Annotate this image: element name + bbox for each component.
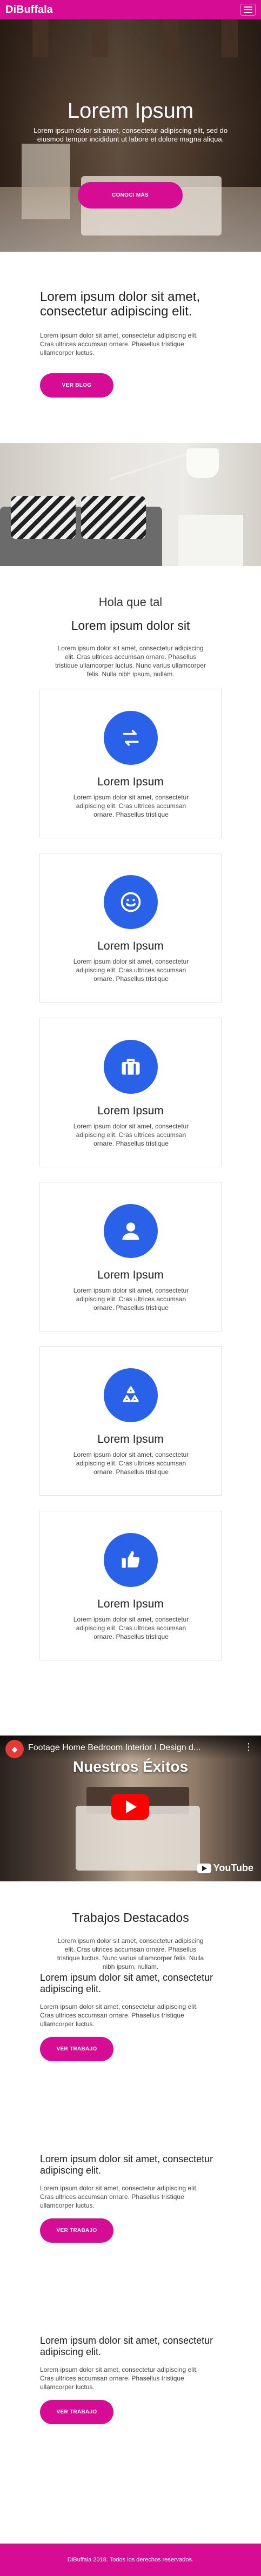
hamburger-icon[interactable] bbox=[240, 4, 256, 16]
more-options-icon[interactable]: ⋮ bbox=[244, 1742, 253, 1752]
learn-more-button[interactable]: CONOCI MÁS bbox=[78, 182, 183, 208]
lamp-shade-shape bbox=[186, 448, 219, 478]
hero-bg-beam bbox=[162, 19, 178, 57]
hamburger-line bbox=[244, 9, 252, 10]
hero-bg-beam bbox=[32, 19, 49, 57]
service-card-title: Lorem Ipsum bbox=[97, 940, 164, 952]
service-card-text: Lorem ipsum dolor sit amet, consectetur … bbox=[73, 1451, 189, 1476]
view-work-button[interactable]: VER TRABAJO bbox=[40, 2400, 113, 2424]
service-card-text: Lorem ipsum dolor sit amet, consectetur … bbox=[73, 958, 189, 983]
intro-heading: Lorem ipsum dolor sit amet, consectetur … bbox=[40, 290, 200, 319]
service-card-title: Lorem Ipsum bbox=[97, 776, 164, 788]
footer: DiBuffala 2018. Todos los derechos reser… bbox=[0, 2544, 261, 2576]
work-item: Lorem ipsum dolor sit amet, consectetur … bbox=[40, 2335, 224, 2427]
play-button[interactable] bbox=[111, 1794, 149, 1820]
youtube-icon bbox=[197, 1863, 211, 1873]
hero-bg-beam bbox=[222, 19, 238, 57]
work-text: Lorem ipsum dolor sit amet, consectetur … bbox=[40, 2366, 198, 2391]
briefcase-icon bbox=[104, 1040, 158, 1094]
intro-section: Lorem ipsum dolor sit amet, consectetur … bbox=[0, 252, 261, 443]
service-card: Lorem Ipsum Lorem ipsum dolor sit amet, … bbox=[39, 1511, 222, 1660]
work-text: Lorem ipsum dolor sit amet, consectetur … bbox=[40, 2184, 198, 2209]
service-card: Lorem Ipsum Lorem ipsum dolor sit amet, … bbox=[39, 1346, 222, 1496]
work-title: Lorem ipsum dolor sit amet, consectetur … bbox=[40, 2335, 213, 2357]
video-overlay-title: Nuestros Éxitos bbox=[72, 1758, 189, 1775]
works-description: Lorem ipsum dolor sit amet, consectetur … bbox=[57, 1937, 204, 1970]
service-card-title: Lorem Ipsum bbox=[97, 1598, 164, 1610]
service-card-title: Lorem Ipsum bbox=[97, 1433, 164, 1445]
play-icon bbox=[126, 1800, 137, 1813]
hamburger-line bbox=[244, 6, 252, 8]
living-room-image bbox=[0, 443, 261, 566]
view-work-button[interactable]: VER TRABAJO bbox=[40, 2218, 113, 2243]
hero-bg-beam bbox=[92, 19, 108, 57]
services-subtitle: Lorem ipsum dolor sit bbox=[71, 618, 190, 633]
footer-copyright: DiBuffala 2018. Todos los derechos reser… bbox=[67, 2557, 194, 2563]
works-heading: Trabajos Destacados bbox=[72, 1911, 189, 1925]
thumbs-up-icon bbox=[104, 1533, 158, 1587]
lamp-arm-shape bbox=[110, 451, 193, 480]
hamburger-line bbox=[244, 12, 252, 13]
side-table-shape bbox=[178, 515, 243, 566]
youtube-wordmark: YouTube bbox=[213, 1862, 253, 1873]
view-work-button[interactable]: VER TRABAJO bbox=[40, 2037, 113, 2061]
swap-arrows-icon bbox=[104, 711, 158, 765]
service-card-title: Lorem Ipsum bbox=[97, 1105, 164, 1117]
youtube-logo[interactable]: YouTube bbox=[197, 1862, 253, 1874]
service-card: Lorem Ipsum Lorem ipsum dolor sit amet, … bbox=[39, 1018, 222, 1167]
service-card-text: Lorem ipsum dolor sit amet, consectetur … bbox=[73, 1287, 189, 1311]
services-description: Lorem ipsum dolor sit amet, consectetur … bbox=[55, 644, 206, 678]
work-item: Lorem ipsum dolor sit amet, consectetur … bbox=[40, 1972, 224, 2064]
intro-text: Lorem ipsum dolor sit amet, consectetur … bbox=[40, 332, 198, 357]
service-card: Lorem Ipsum Lorem ipsum dolor sit amet, … bbox=[39, 853, 222, 1003]
work-title: Lorem ipsum dolor sit amet, consectetur … bbox=[40, 2154, 213, 2176]
user-icon bbox=[104, 1204, 158, 1258]
smiley-icon bbox=[104, 875, 158, 929]
services-section: Hola que tal Lorem ipsum dolor sit Lorem… bbox=[0, 566, 261, 1736]
hero-section: Lorem Ipsum Lorem ipsum dolor sit amet, … bbox=[0, 19, 261, 252]
channel-avatar-icon[interactable]: ◆ bbox=[5, 1740, 24, 1758]
service-card: Lorem Ipsum Lorem ipsum dolor sit amet, … bbox=[39, 689, 222, 838]
top-navbar: DiBuffala bbox=[0, 0, 261, 19]
service-card-text: Lorem ipsum dolor sit amet, consectetur … bbox=[73, 793, 189, 818]
featured-works-section: Trabajos Destacados Lorem ipsum dolor si… bbox=[0, 1881, 261, 2544]
services-kicker: Hola que tal bbox=[98, 595, 163, 609]
service-card-text: Lorem ipsum dolor sit amet, consectetur … bbox=[73, 1616, 189, 1640]
pillow-shape bbox=[81, 496, 146, 539]
service-card-text: Lorem ipsum dolor sit amet, consectetur … bbox=[73, 1122, 189, 1147]
service-card: Lorem Ipsum Lorem ipsum dolor sit amet, … bbox=[39, 1182, 222, 1331]
work-text: Lorem ipsum dolor sit amet, consectetur … bbox=[40, 2003, 198, 2028]
hero-text: Lorem ipsum dolor sit amet, consectetur … bbox=[33, 126, 228, 143]
pillow-shape bbox=[11, 496, 76, 539]
work-item: Lorem ipsum dolor sit amet, consectetur … bbox=[40, 2154, 224, 2245]
work-title: Lorem ipsum dolor sit amet, consectetur … bbox=[40, 1972, 213, 1994]
hero-title: Lorem Ipsum bbox=[67, 99, 194, 123]
view-blog-button[interactable]: VER BLOG bbox=[40, 373, 113, 398]
video-title[interactable]: Footage Home Bedroom Interior I Design d… bbox=[28, 1743, 233, 1753]
recycle-icon bbox=[104, 1368, 158, 1422]
brand-logo[interactable]: DiBuffala bbox=[5, 4, 53, 16]
service-card-title: Lorem Ipsum bbox=[97, 1269, 164, 1281]
video-embed[interactable]: ◆ Footage Home Bedroom Interior I Design… bbox=[0, 1736, 261, 1881]
